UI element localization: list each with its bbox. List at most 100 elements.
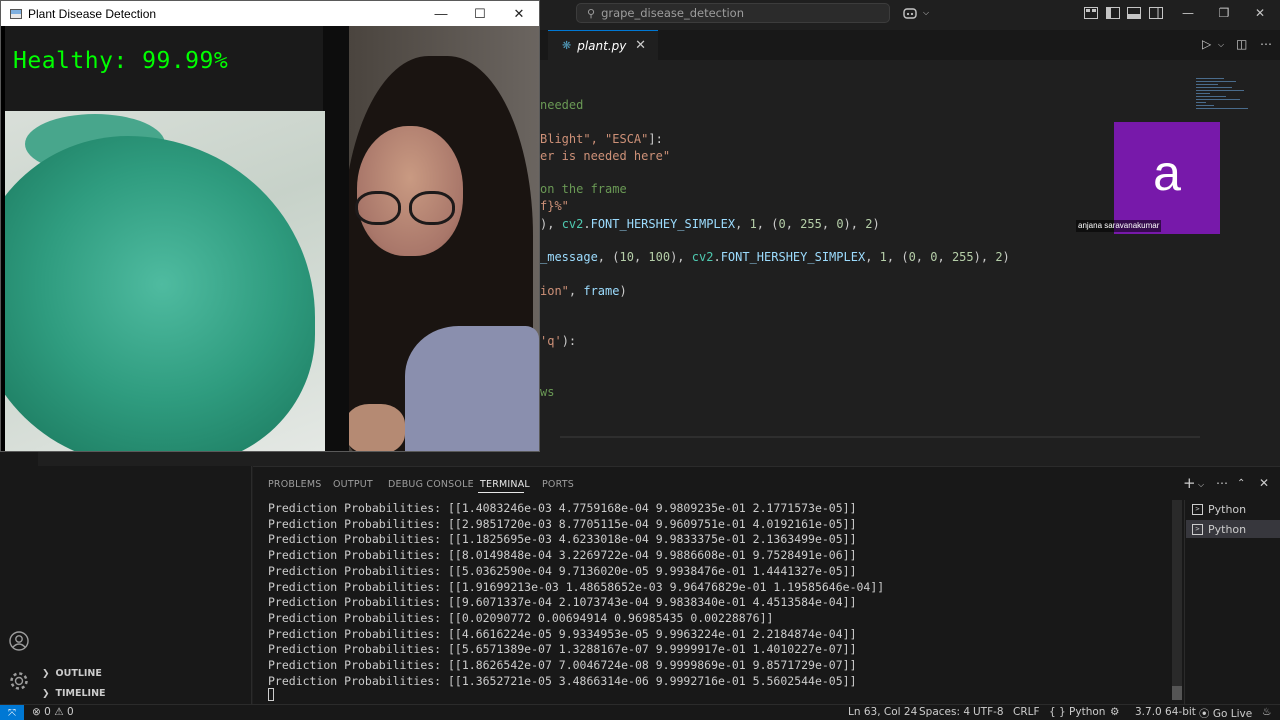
glasses-left-lens	[355, 191, 401, 225]
code-token: 0	[778, 217, 786, 231]
run-python-file-icon[interactable]: ▷	[1202, 37, 1211, 51]
error-icon: ⊗	[32, 706, 41, 718]
toggle-secondary-sidebar-icon[interactable]	[1148, 5, 1164, 21]
encoding[interactable]: UTF-8	[973, 706, 1004, 718]
timeline-section[interactable]: ❯ TIMELINE	[42, 688, 106, 699]
tab-problems[interactable]: PROBLEMS	[268, 479, 321, 490]
command-center-search[interactable]: ⚲ grape_disease_detection	[576, 3, 890, 23]
activity-bar	[0, 452, 38, 704]
tab-terminal[interactable]: TERMINAL	[480, 479, 530, 490]
code-token: 'q'	[540, 334, 562, 348]
terminal-line: Prediction Probabilities: [[1.8626542e-0…	[268, 658, 857, 672]
terminal-line: Prediction Probabilities: [[8.0149848e-0…	[268, 548, 857, 563]
terminal-line: Prediction Probabilities: [[1.3652721e-0…	[268, 673, 857, 688]
outline-section[interactable]: ❯ OUTLINE	[42, 668, 102, 679]
outline-label: OUTLINE	[55, 668, 102, 679]
tab-plant-py[interactable]: ❋ plant.py ✕	[548, 30, 658, 60]
more-actions-icon[interactable]: ⋯	[1216, 476, 1228, 490]
tab-label: plant.py	[577, 38, 627, 53]
code-line: ion", frame)	[540, 284, 627, 298]
close-icon[interactable]: ✕	[499, 1, 539, 26]
tab-ports[interactable]: PORTS	[542, 479, 574, 490]
code-token: cv2	[561, 217, 584, 231]
indentation[interactable]: Spaces: 4	[919, 706, 970, 718]
customize-layout-icon[interactable]	[1083, 5, 1099, 21]
terminal-line: Prediction Probabilities: [[2.9851720e-0…	[268, 516, 857, 531]
code-token: _message	[540, 250, 598, 264]
chevron-right-icon: ❯	[42, 688, 50, 699]
code-token: ,	[568, 284, 584, 298]
maximize-icon[interactable]: ☐	[460, 1, 500, 26]
minimap[interactable]	[1196, 78, 1256, 124]
terminal-list-item-selected[interactable]: > Python	[1186, 520, 1280, 538]
problems-status[interactable]: ⊗ 0 ⚠ 0	[32, 706, 74, 718]
editor-tab-bar: ❋ plant.py ✕	[538, 30, 1280, 60]
copilot-icon[interactable]	[902, 5, 918, 21]
terminal-scrollbar-thumb[interactable]	[1172, 686, 1182, 700]
editor-horizontal-scrollbar[interactable]	[560, 436, 1200, 438]
toggle-panel-icon[interactable]	[1126, 5, 1142, 21]
code-token: f}%"	[540, 199, 569, 213]
code-token: .	[713, 250, 721, 264]
notifications-bell-icon[interactable]: ♨	[1262, 706, 1271, 718]
code-line: needed	[540, 98, 583, 112]
copilot-status-icon[interactable]: ⚙	[1110, 706, 1119, 718]
close-panel-icon[interactable]: ✕	[1259, 476, 1269, 490]
warning-icon: ⚠	[54, 706, 64, 718]
go-live-button[interactable]: ⦿ Go Live	[1199, 706, 1252, 720]
terminal-scrollbar[interactable]	[1172, 500, 1182, 700]
code-token: Blight", "ESCA"	[540, 132, 649, 146]
tab-debug-console[interactable]: DEBUG CONSOLE	[388, 479, 474, 490]
app-window-icon	[10, 8, 22, 19]
plant-disease-detection-window[interactable]: Plant Disease Detection — ☐ ✕ Healthy: 9…	[0, 0, 540, 452]
remote-indicator-icon[interactable]: ⤧	[0, 705, 24, 720]
code-token: ,	[735, 217, 750, 231]
language-mode[interactable]: { } Python	[1049, 706, 1105, 718]
code-token: , (	[756, 217, 779, 231]
code-token: needed	[540, 98, 584, 112]
code-token: .	[583, 217, 591, 231]
code-token: er is needed here"	[540, 149, 671, 163]
code-token: ws	[540, 385, 555, 399]
close-tab-icon[interactable]: ✕	[635, 38, 646, 53]
terminal-line: Prediction Probabilities: [[1.4083246e-0…	[268, 501, 857, 515]
accounts-icon[interactable]	[8, 630, 30, 652]
dark-board	[323, 26, 349, 451]
chevron-down-icon[interactable]: ⌵	[918, 5, 934, 21]
minimize-icon[interactable]: —	[421, 1, 461, 26]
end-of-line[interactable]: CRLF	[1013, 706, 1040, 718]
code-token: 100	[648, 250, 671, 264]
terminal-list-item[interactable]: > Python	[1186, 500, 1280, 518]
cursor-position[interactable]: Ln 63, Col 24	[848, 706, 917, 718]
python-interpreter[interactable]: 3.7.0 64-bit	[1135, 706, 1196, 718]
terminal-line: Prediction Probabilities: [[0.02090772 0…	[268, 610, 774, 625]
toggle-primary-sidebar-icon[interactable]	[1105, 5, 1121, 21]
code-token: ),	[540, 217, 562, 231]
terminal-line: Prediction Probabilities: [[5.0362590e-0…	[268, 563, 857, 578]
code-token: ,	[785, 217, 801, 231]
tab-output[interactable]: OUTPUT	[333, 479, 373, 490]
manage-gear-icon[interactable]	[8, 670, 30, 692]
maximize-panel-icon[interactable]: ⌃	[1237, 478, 1245, 489]
new-terminal-plus-icon[interactable]: +	[1183, 474, 1196, 492]
code-token: )	[872, 217, 880, 231]
camera-frame	[5, 26, 539, 451]
close-icon[interactable]: ✕	[1237, 0, 1280, 26]
timeline-label: TIMELINE	[55, 688, 106, 699]
person-shirt	[405, 326, 539, 451]
code-token: 1	[879, 250, 887, 264]
window-title-bar[interactable]: Plant Disease Detection — ☐ ✕	[1, 1, 539, 26]
window-title: Plant Disease Detection	[28, 6, 157, 21]
split-editor-icon[interactable]: ◫	[1236, 37, 1247, 51]
more-actions-icon[interactable]: ⋯	[1260, 37, 1272, 51]
code-token: 0	[908, 250, 916, 264]
participant-video-tile: a	[1114, 122, 1220, 234]
code-token: 10	[619, 250, 634, 264]
python-file-icon: ❋	[562, 39, 572, 52]
run-options-chevron-icon[interactable]: ⌵	[1218, 40, 1224, 50]
code-token: ,	[937, 250, 952, 264]
terminal-name: Python	[1208, 502, 1247, 516]
code-line: Blight", "ESCA"]:	[540, 132, 663, 146]
terminal-dropdown-chevron-icon[interactable]: ⌵	[1198, 480, 1204, 490]
code-token: , (	[886, 250, 909, 264]
